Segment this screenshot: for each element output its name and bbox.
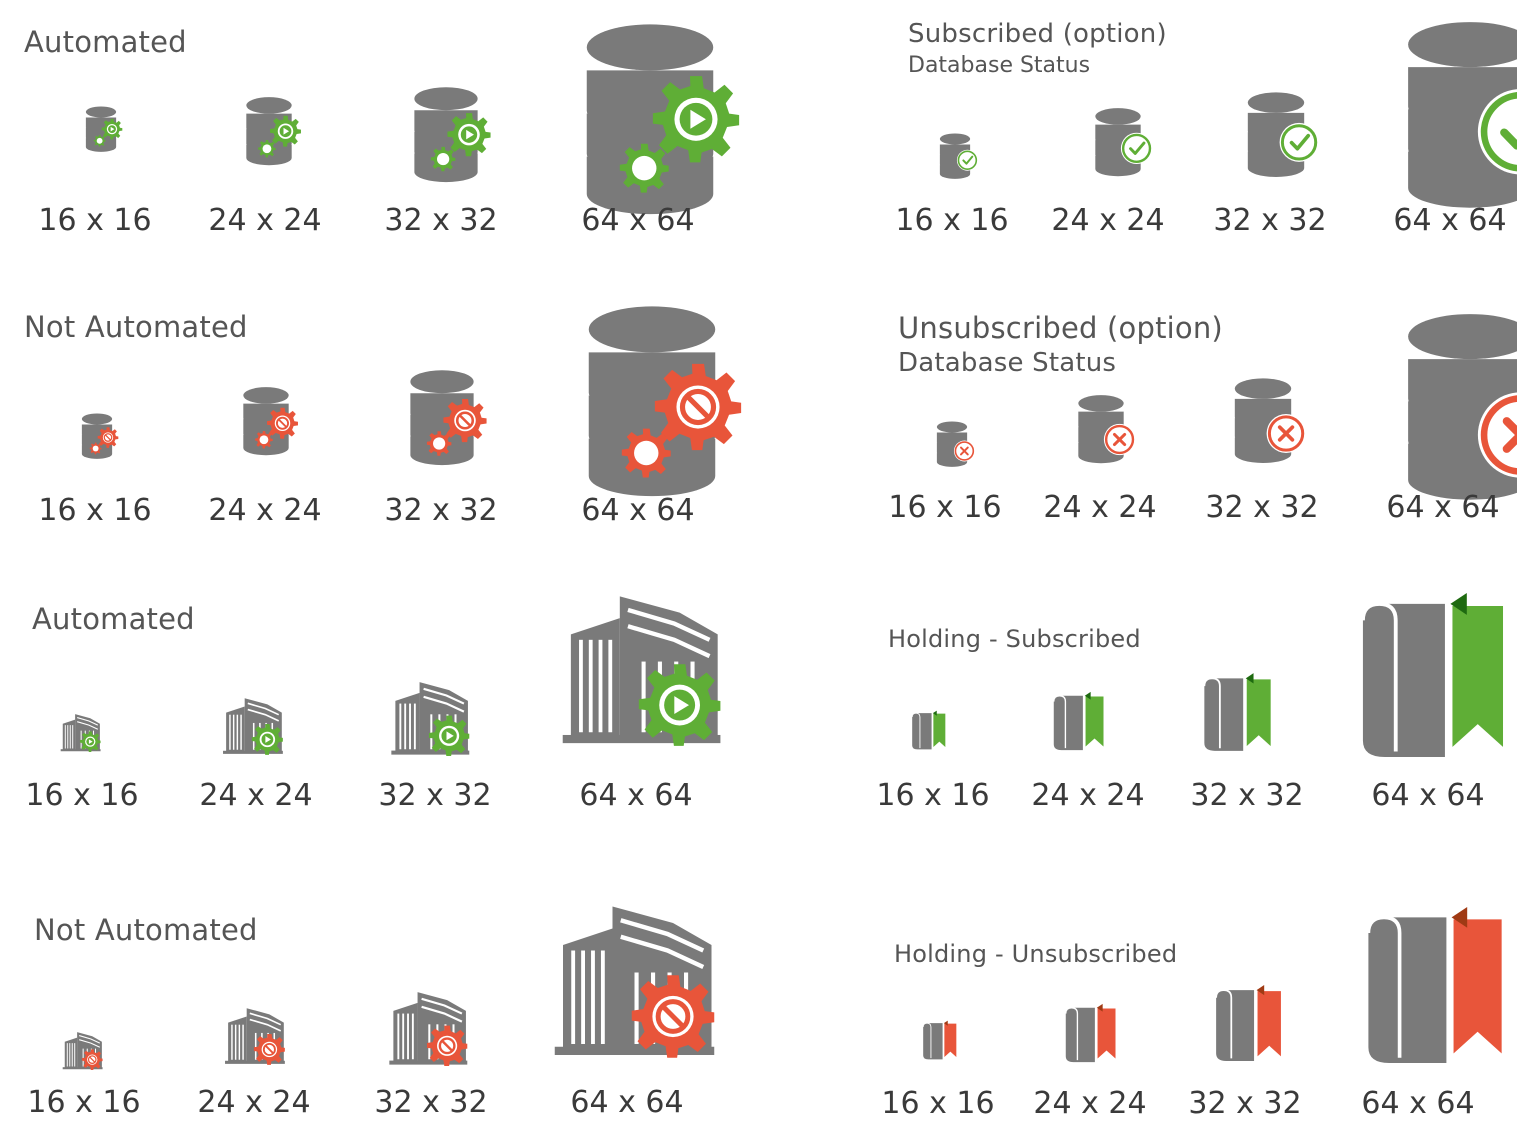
building-gear-blocked-icon [389,992,468,1066]
size-label: 16 x 16 [888,490,1002,525]
holding-bookmark-icon [922,1020,958,1060]
database-gear-blocked-icon [81,413,119,459]
size-label: 64 x 64 [1393,203,1507,238]
size-label: 32 x 32 [1213,203,1327,238]
holding-bookmark-icon [1203,673,1273,751]
section-title: Automated [32,602,195,636]
size-label: 24 x 24 [1051,203,1165,238]
size-label: 64 x 64 [570,1085,684,1120]
database-gear-play-icon [586,24,740,215]
size-label: 24 x 24 [1043,490,1157,525]
size-label: 64 x 64 [1361,1086,1475,1121]
size-label: 32 x 32 [1188,1086,1302,1121]
section-title: Holding - Unsubscribed [894,940,1178,968]
building-gear-blocked-icon [62,1032,103,1070]
size-label: 32 x 32 [374,1085,488,1120]
size-label: 16 x 16 [38,203,152,238]
database-gear-blocked-icon [410,370,487,466]
size-label: 32 x 32 [384,203,498,238]
size-label: 24 x 24 [208,493,322,528]
size-label: 24 x 24 [199,778,313,813]
building-gear-blocked-icon [554,906,715,1058]
size-label: 32 x 32 [384,493,498,528]
size-label: 24 x 24 [1031,778,1145,813]
holding-bookmark-icon [1215,985,1283,1061]
database-gear-blocked-icon [243,387,298,456]
size-label: 32 x 32 [1190,778,1304,813]
size-label: 32 x 32 [378,778,492,813]
database-cross-icon [1234,378,1306,463]
building-gear-play-icon [60,714,101,752]
size-label: 64 x 64 [581,493,695,528]
size-label: 16 x 16 [895,203,1009,238]
database-check-icon [1247,92,1319,177]
building-gear-play-icon [223,698,283,755]
size-label: 24 x 24 [197,1085,311,1120]
database-cross-icon [936,421,975,467]
holding-bookmark-icon [1065,1003,1117,1063]
section-title: Automated [24,25,187,59]
database-gear-play-icon [414,87,491,183]
size-label: 16 x 16 [25,778,139,813]
size-label: 32 x 32 [1205,490,1319,525]
size-label: 64 x 64 [579,778,693,813]
holding-bookmark-icon [1366,907,1506,1063]
section-title: Not Automated [34,913,258,947]
database-check-icon [1408,22,1517,208]
database-cross-icon [1408,314,1517,500]
building-gear-blocked-icon [225,1008,285,1065]
size-label: 16 x 16 [876,778,990,813]
size-label: 24 x 24 [1033,1086,1147,1121]
section-subtitle: Database Status [908,53,1091,78]
database-check-icon [939,133,978,179]
section-title: Not Automated [24,310,248,344]
size-label: 16 x 16 [27,1085,141,1120]
holding-bookmark-icon [911,710,947,750]
section-subtitle: Database Status [898,348,1117,378]
database-gear-play-icon [246,97,301,166]
section-title: Holding - Subscribed [888,625,1141,653]
section-title: Unsubscribed (option) [898,311,1223,345]
database-check-icon [1095,108,1153,177]
holding-bookmark-icon [1361,593,1508,757]
size-label: 16 x 16 [881,1086,995,1121]
size-label: 16 x 16 [38,493,152,528]
size-label: 64 x 64 [581,203,695,238]
database-gear-play-icon [85,106,123,152]
building-gear-play-icon [562,596,721,746]
building-gear-play-icon [391,682,470,756]
section-title: Subscribed (option) [908,19,1167,49]
database-cross-icon [1078,395,1136,464]
size-label: 24 x 24 [208,203,322,238]
size-label: 64 x 64 [1371,778,1485,813]
size-label: 64 x 64 [1386,490,1500,525]
database-gear-blocked-icon [588,306,742,497]
holding-bookmark-icon [1053,691,1105,751]
